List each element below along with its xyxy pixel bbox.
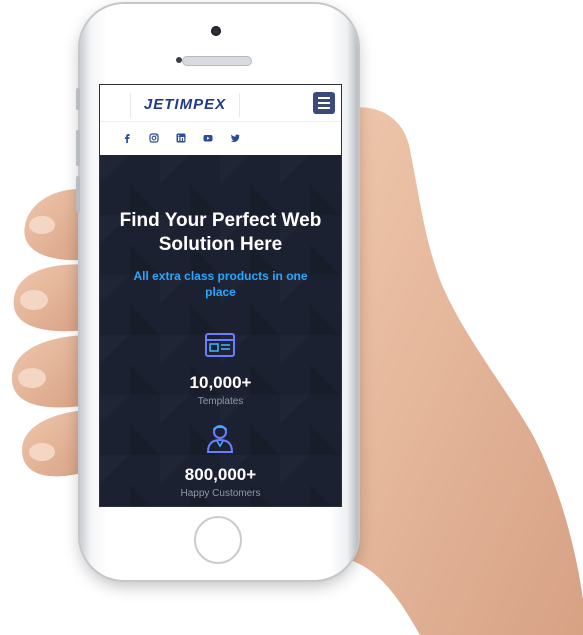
hero-title-line-2: Solution Here <box>158 234 283 255</box>
customer-person-icon <box>206 425 234 453</box>
template-window-icon <box>205 333 235 357</box>
front-camera <box>211 26 221 36</box>
hero-title-line-1: Find Your Perfect Web <box>119 210 322 231</box>
youtube-icon[interactable] <box>203 133 213 143</box>
hero-subtitle-line-2: place <box>205 285 236 299</box>
linkedin-icon[interactable] <box>176 133 186 143</box>
social-links <box>122 133 240 143</box>
facebook-icon[interactable] <box>122 133 132 143</box>
earpiece-speaker <box>182 56 252 66</box>
mute-switch <box>76 88 80 110</box>
stat-customers-label: Happy Customers <box>180 488 261 499</box>
site-logo[interactable]: JETIMPEX <box>130 93 240 117</box>
site-header: JETIMPEX <box>100 85 341 155</box>
stat-templates-value: 10,000+ <box>189 373 252 392</box>
volume-down-button <box>76 176 80 212</box>
hero-section: Find Your Perfect Web Solution Here All … <box>100 155 341 506</box>
hero-subtitle-line-1: All extra class products in one <box>133 269 308 283</box>
header-divider <box>100 121 341 122</box>
stat-templates-label: Templates <box>197 396 244 407</box>
hero-subtitle: All extra class products in one place <box>120 268 321 300</box>
hero-title: Find Your Perfect Web Solution Here <box>100 209 341 257</box>
twitter-icon[interactable] <box>230 133 240 143</box>
phone-screen: JETIMPEX Find Your Perfect Web Solution … <box>99 84 342 507</box>
hamburger-menu-icon[interactable] <box>313 92 335 114</box>
home-button[interactable] <box>194 516 242 564</box>
volume-up-button <box>76 130 80 166</box>
instagram-icon[interactable] <box>149 133 159 143</box>
stat-customers-value: 800,000+ <box>184 465 257 484</box>
